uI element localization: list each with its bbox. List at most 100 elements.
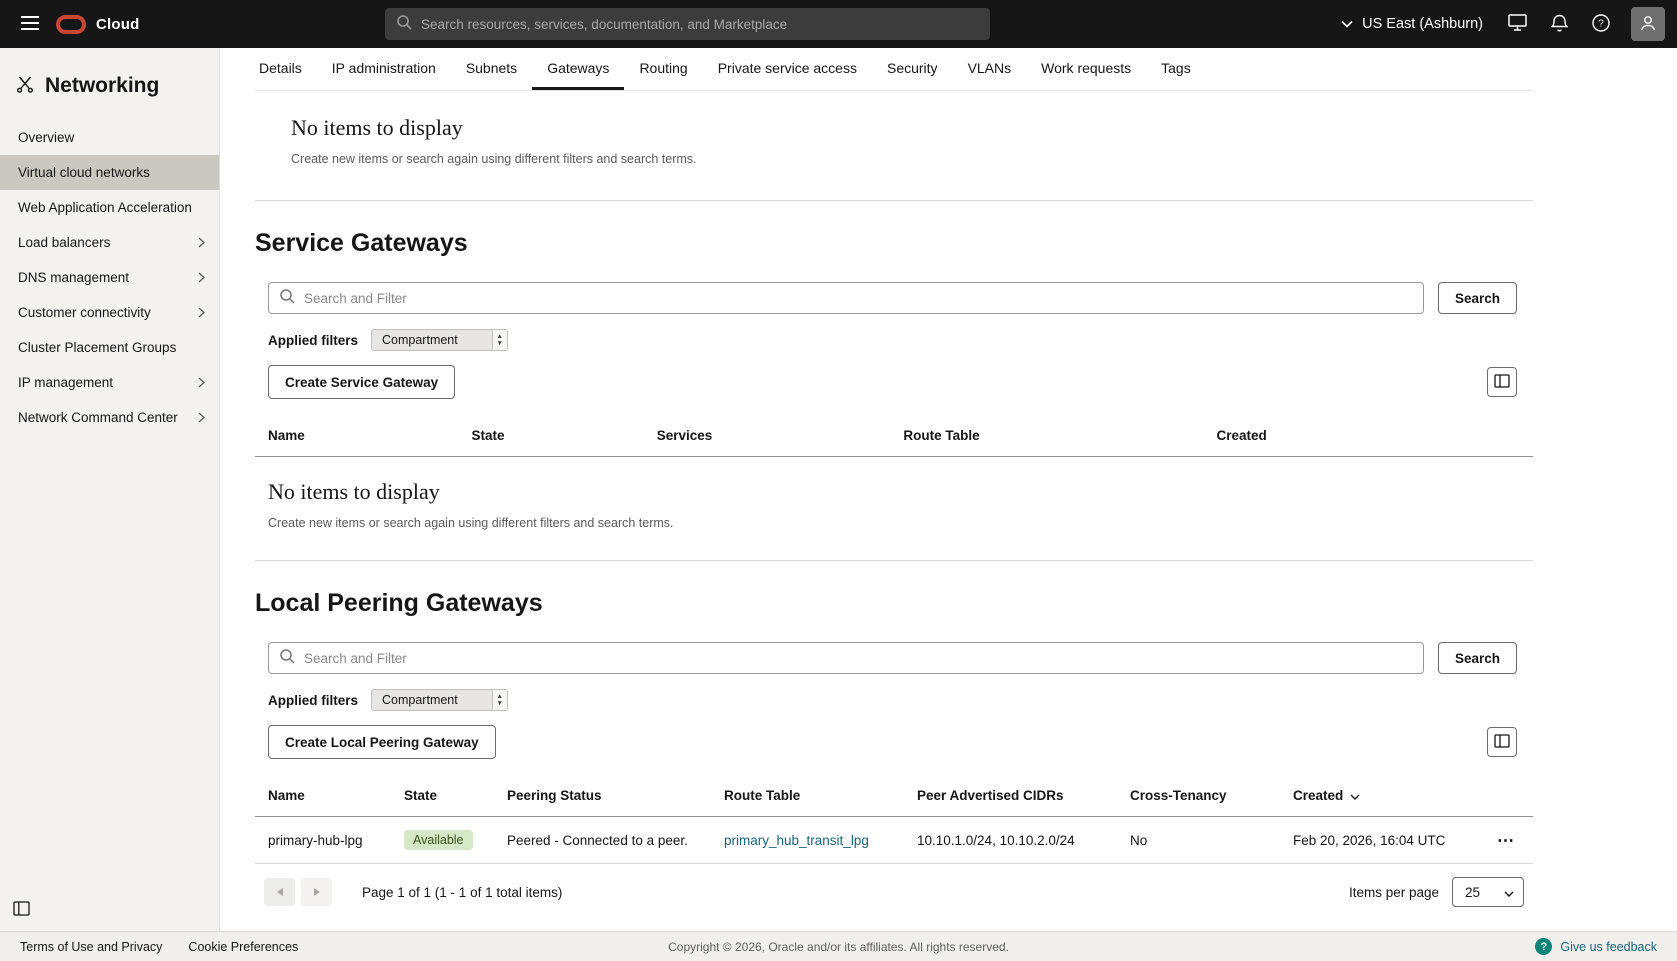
service-gateways-section: Service Gateways Search Applied filters [255,229,1533,561]
sg-compartment-filter-select[interactable]: Compartment ▲▼ [371,329,508,351]
stepper-arrows-icon: ▲▼ [492,330,507,350]
items-per-page-label: Items per page [1349,885,1439,900]
cell-created: Feb 20, 2026, 16:04 UTC [1281,817,1481,864]
sidebar-item-cluster-placement-groups[interactable]: Cluster Placement Groups [0,330,219,365]
sidebar-item-load-balancers[interactable]: Load balancers [0,225,219,260]
column-header-created[interactable]: Created [1205,417,1533,457]
previous-table-empty-state: No items to display Create new items or … [255,90,1533,201]
cookie-preferences-link[interactable]: Cookie Preferences [188,940,298,954]
status-badge: Available [404,830,473,850]
region-label: US East (Ashburn) [1362,16,1483,32]
column-header-state[interactable]: State [459,417,644,457]
sidebar-item-label: IP management [18,375,113,390]
column-header-name[interactable]: Name [255,777,392,817]
sg-search-button[interactable]: Search [1438,282,1517,314]
sidebar-item-label: Web Application Acceleration [18,200,192,215]
sidebar-item-ip-management[interactable]: IP management [0,365,219,400]
items-per-page-select[interactable]: 25 [1452,877,1524,907]
column-header-cross-tenancy[interactable]: Cross-Tenancy [1118,777,1281,817]
cloud-shell-button[interactable] [1501,8,1533,40]
local-peering-gateways-heading: Local Peering Gateways [255,589,1533,618]
route-table-link[interactable]: primary_hub_transit_lpg [724,833,869,848]
filter-chip-label: Compartment [372,330,492,350]
collapse-panel-icon [13,901,30,919]
column-header-services[interactable]: Services [645,417,892,457]
notifications-button[interactable] [1543,8,1575,40]
row-actions-button[interactable]: ⋯ [1497,832,1515,849]
column-header-actions [1481,777,1533,817]
lpg-search-input[interactable] [304,651,1413,666]
columns-icon [1494,734,1510,751]
person-icon [1639,14,1657,35]
sidebar-item-network-command-center[interactable]: Network Command Center [0,400,219,435]
column-header-route-table[interactable]: Route Table [712,777,905,817]
region-selector[interactable]: US East (Ashburn) [1333,16,1491,32]
sidebar-collapse-button[interactable] [13,901,30,919]
main-content: Details IP administration Subnets Gatewa… [220,48,1677,931]
sg-applied-filters-label: Applied filters [268,333,358,348]
sg-search-field [268,282,1424,314]
column-header-peering-status[interactable]: Peering Status [495,777,712,817]
lpg-compartment-filter-select[interactable]: Compartment ▲▼ [371,689,508,711]
tab-ip-administration[interactable]: IP administration [317,48,451,90]
monitor-icon [1508,14,1527,34]
global-search-input[interactable] [421,17,979,32]
create-service-gateway-button[interactable]: Create Service Gateway [268,365,455,399]
sidebar-item-overview[interactable]: Overview [0,120,219,155]
sidebar-item-virtual-cloud-networks[interactable]: Virtual cloud networks [0,155,219,190]
oci-console: Cloud US East (Ashburn) [0,0,1677,961]
service-gateways-heading: Service Gateways [255,229,1533,258]
pagination-prev-button[interactable] [264,878,295,906]
sg-column-settings-button[interactable] [1487,367,1517,397]
user-menu-button[interactable] [1631,7,1665,41]
sidebar-item-web-application-acceleration[interactable]: Web Application Acceleration [0,190,219,225]
column-header-name[interactable]: Name [255,417,459,457]
chevron-right-icon [198,412,205,423]
chevron-right-icon [198,237,205,248]
search-icon [279,288,295,309]
sidebar-item-dns-management[interactable]: DNS management [0,260,219,295]
tab-private-service-access[interactable]: Private service access [703,48,872,90]
cell-route-table: primary_hub_transit_lpg [712,817,905,864]
cell-name: primary-hub-lpg [255,817,392,864]
sidebar-item-label: Virtual cloud networks [18,165,150,180]
column-header-route-table[interactable]: Route Table [891,417,1204,457]
column-header-peer-advertised-cidrs[interactable]: Peer Advertised CIDRs [905,777,1118,817]
create-local-peering-gateway-button[interactable]: Create Local Peering Gateway [268,725,496,759]
hamburger-menu-button[interactable] [12,6,48,42]
items-per-page-value: 25 [1465,885,1480,900]
lpg-search-field [268,642,1424,674]
tab-details[interactable]: Details [244,48,317,90]
sort-caret-icon [1350,788,1360,803]
sidebar-title: Networking [45,74,159,98]
tab-subnets[interactable]: Subnets [451,48,532,90]
feedback-question-icon[interactable]: ? [1535,938,1552,955]
local-peering-gateways-table: Name State Peering Status Route Table Pe… [255,777,1533,864]
top-bar-right: US East (Ashburn) ? [1333,7,1665,41]
empty-state-row: No items to display Create new items or … [255,457,1533,561]
feedback-link[interactable]: Give us feedback [1560,940,1657,954]
tab-gateways[interactable]: Gateways [532,48,624,90]
empty-state-title: No items to display [268,479,1517,505]
columns-icon [1494,374,1510,391]
sidebar-item-label: Network Command Center [18,410,178,425]
tab-vlans[interactable]: VLANs [953,48,1027,90]
chevron-down-icon [1504,885,1514,900]
tab-security[interactable]: Security [872,48,953,90]
pagination-next-button[interactable] [301,878,332,906]
cell-cross-tenancy: No [1118,817,1281,864]
footer: Terms of Use and Privacy Cookie Preferen… [0,931,1677,961]
sg-search-input[interactable] [304,291,1413,306]
column-header-label: Created [1293,788,1343,803]
column-header-state[interactable]: State [392,777,495,817]
lpg-column-settings-button[interactable] [1487,727,1517,757]
sidebar-item-customer-connectivity[interactable]: Customer connectivity [0,295,219,330]
pagination: Page 1 of 1 (1 - 1 of 1 total items) Ite… [255,877,1533,907]
lpg-search-button[interactable]: Search [1438,642,1517,674]
terms-link[interactable]: Terms of Use and Privacy [20,940,162,954]
column-header-created[interactable]: Created [1281,777,1481,817]
tab-work-requests[interactable]: Work requests [1026,48,1146,90]
tab-tags[interactable]: Tags [1146,48,1206,90]
tab-routing[interactable]: Routing [624,48,702,90]
help-button[interactable]: ? [1585,8,1617,40]
